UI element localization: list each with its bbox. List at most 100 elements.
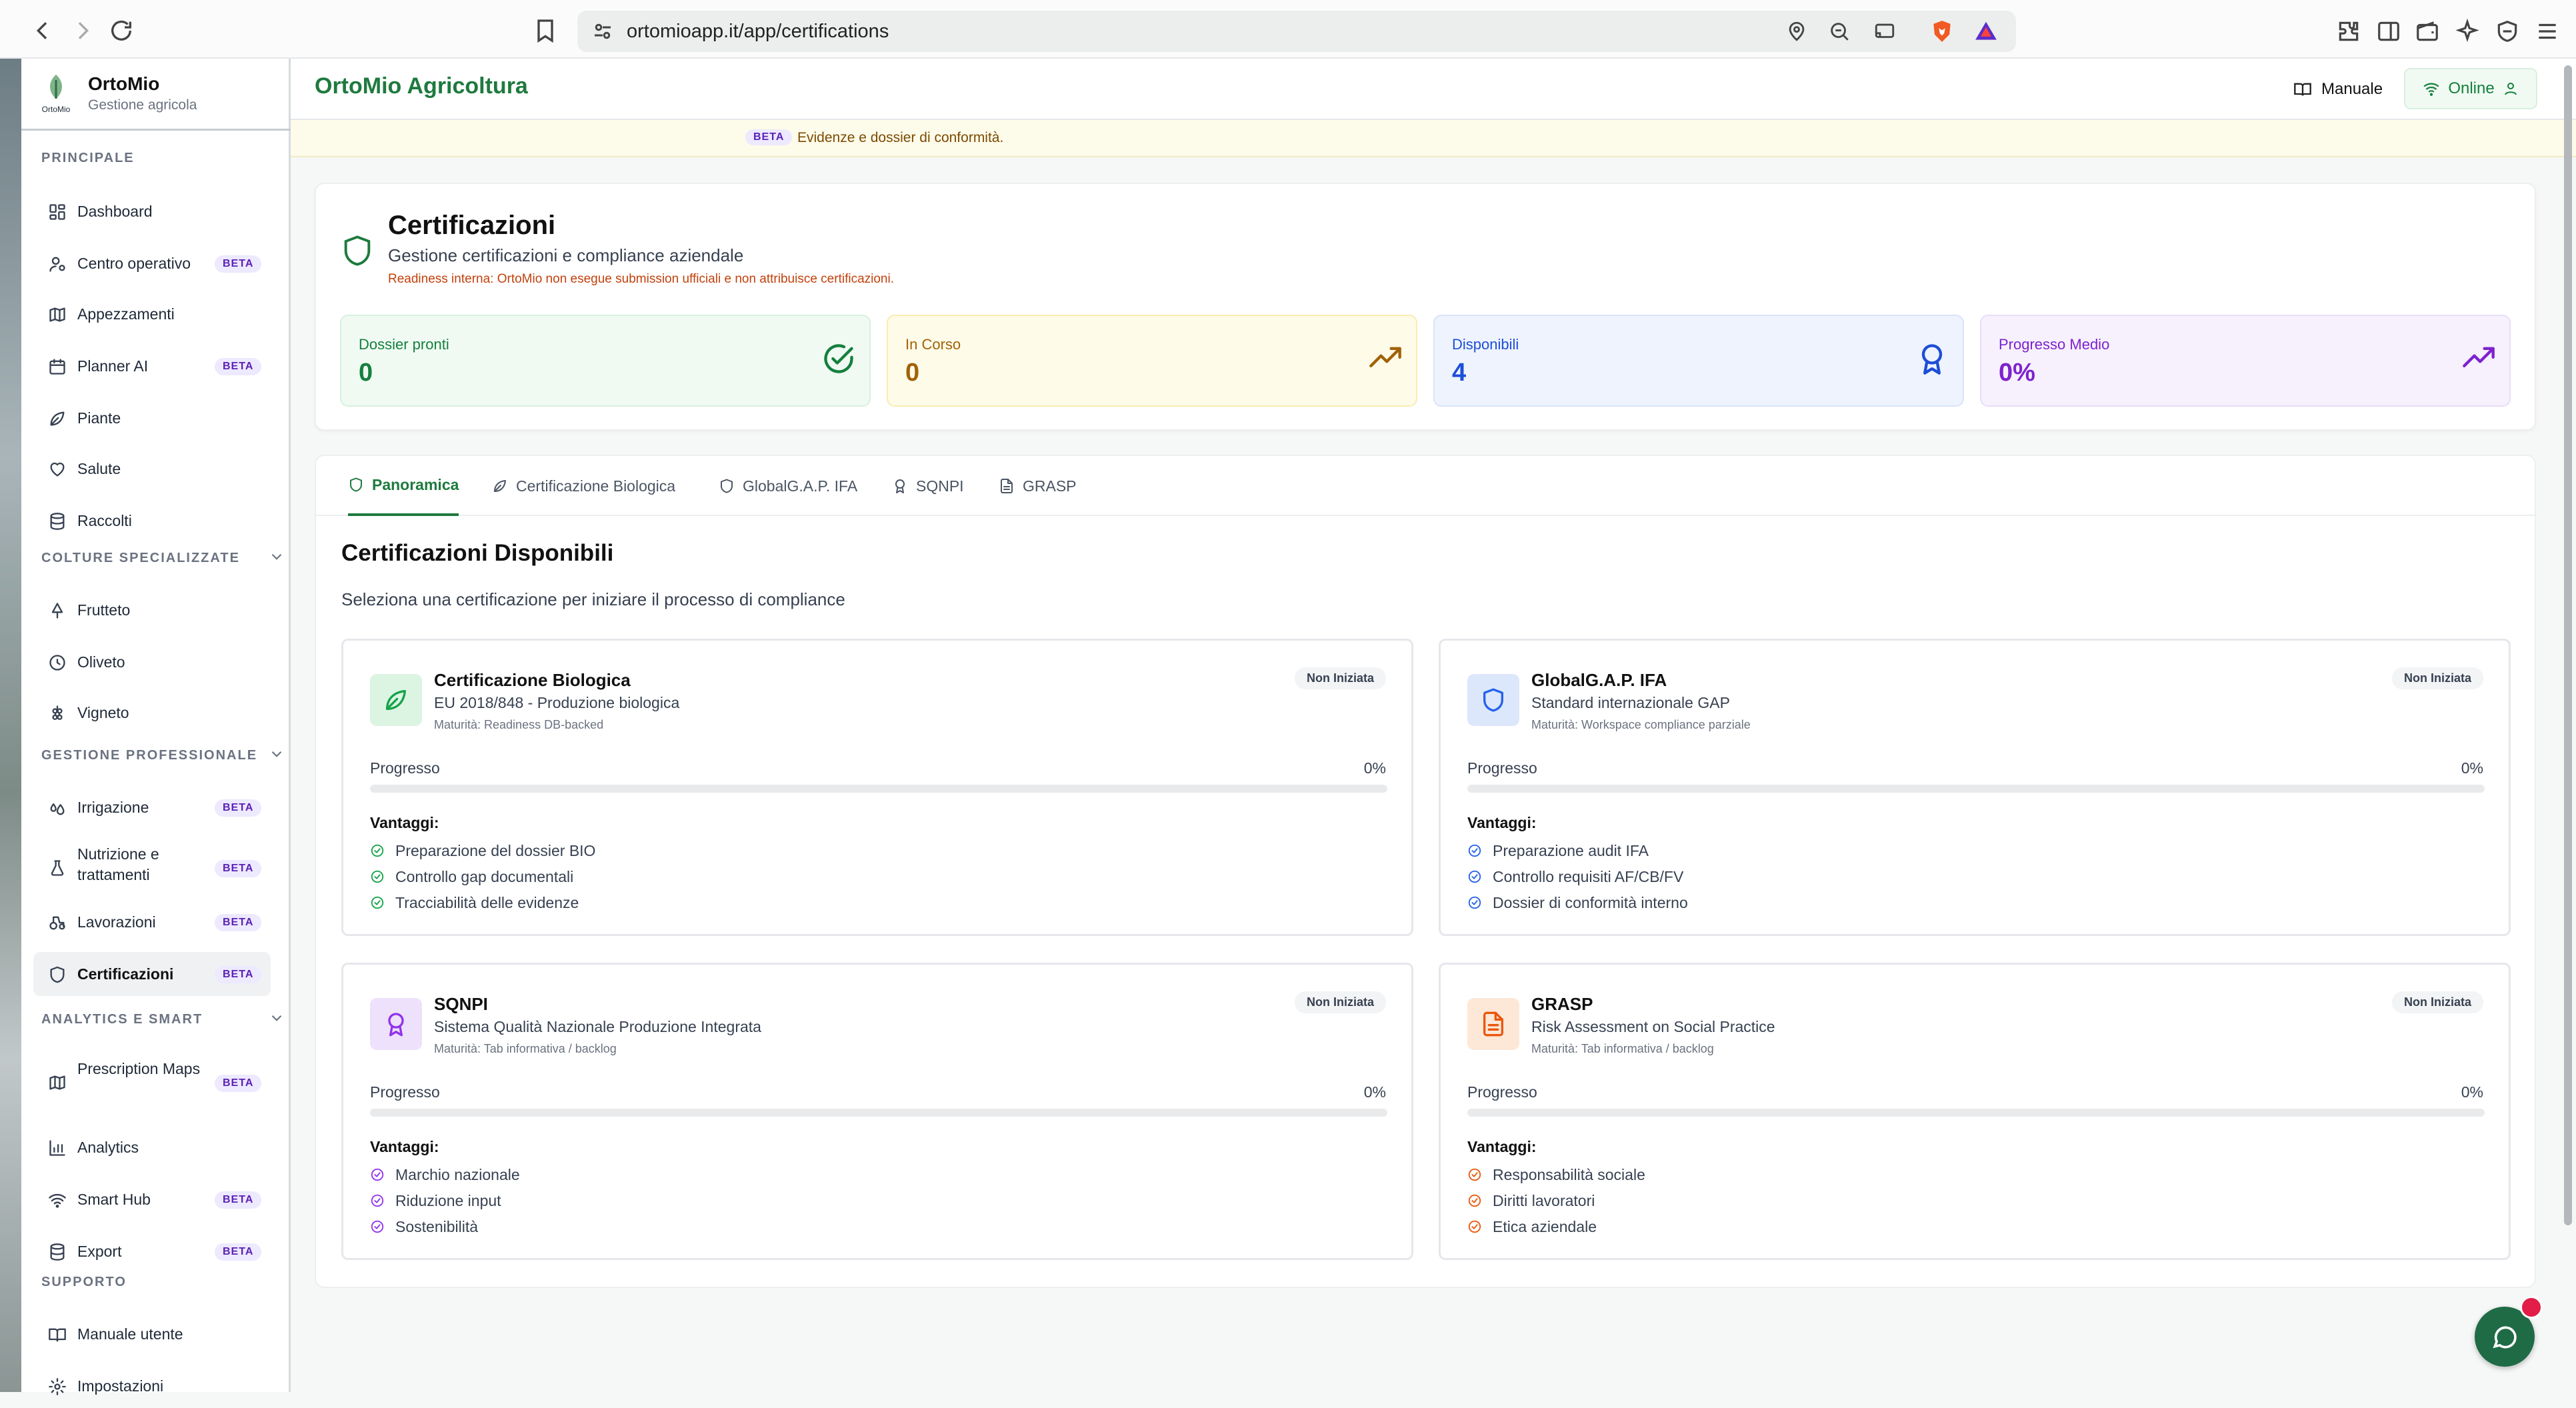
wallet-icon[interactable]: [2415, 19, 2440, 44]
svg-text:OrtoMio: OrtoMio: [42, 105, 71, 114]
sidebar-item[interactable]: Salute: [33, 447, 271, 491]
book-icon: [48, 1325, 67, 1344]
progress-value: 0%: [2461, 759, 2483, 777]
sidebar-section-title[interactable]: GESTIONE PROFESSIONALE: [41, 748, 282, 763]
trending-up-icon: [1368, 341, 1403, 376]
sidebar-toggle-icon[interactable]: [2376, 19, 2401, 44]
droplets-icon: [48, 799, 67, 817]
benefit-text: Diritti lavoratori: [1493, 1191, 1595, 1209]
sidebar-item-label: Appezzamenti: [77, 305, 175, 323]
check-circle-icon: [1467, 1219, 1482, 1234]
chevron-down-icon[interactable]: [268, 548, 285, 565]
sidebar-item[interactable]: Dashboard: [33, 189, 271, 233]
sidebar-item[interactable]: Smart Hub BETA: [33, 1177, 271, 1221]
tab[interactable]: SQNPI: [892, 456, 964, 516]
sidebar-item[interactable]: Certificazioni BETA: [33, 952, 271, 996]
sidebar-item[interactable]: Frutteto: [33, 588, 271, 632]
menu-icon[interactable]: [2535, 19, 2560, 44]
extensions-icon[interactable]: [2336, 19, 2361, 44]
sidebar-item[interactable]: Export BETA: [33, 1229, 271, 1273]
manual-button[interactable]: Manuale: [2280, 72, 2396, 107]
tab-label: Certificazione Biologica: [516, 477, 676, 495]
certification-card[interactable]: GRASP Risk Assessment on Social Practice M…: [1439, 963, 2511, 1260]
leaf-icon: [492, 478, 508, 494]
sidebar-item[interactable]: Irrigazione BETA: [33, 785, 271, 829]
sidebar-item[interactable]: Raccolti: [33, 499, 271, 543]
sidebar-section-title[interactable]: ANALYTICS E SMART: [41, 1012, 282, 1027]
sidebar-item-label: Oliveto: [77, 653, 125, 671]
stat-card: Disponibili 4: [1433, 315, 1964, 407]
back-icon[interactable]: [29, 17, 56, 44]
sidebar-item[interactable]: Centro operativo BETA: [33, 241, 271, 285]
sidebar-item-label: Smart Hub: [77, 1191, 151, 1208]
stat-value: 0: [359, 359, 373, 387]
page-scrollbar[interactable]: [2564, 65, 2572, 1225]
file-icon: [999, 478, 1015, 494]
stat-value: 4: [1452, 359, 1467, 387]
leo-ai-icon[interactable]: [2455, 19, 2480, 44]
certification-title: GRASP: [1531, 994, 1593, 1014]
stat-value: 0%: [1999, 359, 2035, 387]
vpn-icon[interactable]: [2495, 19, 2520, 44]
brave-rewards-icon[interactable]: [1973, 19, 1999, 44]
award-icon: [1915, 341, 1949, 376]
sidebar-item[interactable]: Prescription Maps BETA: [33, 1055, 271, 1111]
leaf-icon: [370, 674, 422, 726]
sidebar-item[interactable]: Oliveto: [33, 640, 271, 684]
tab[interactable]: GRASP: [999, 456, 1077, 516]
sidebar-item[interactable]: Piante: [33, 396, 271, 440]
certification-maturity: Maturità: Workspace compliance parziale: [1531, 718, 1751, 731]
benefit-item: Controllo gap documentali: [370, 867, 573, 887]
database-icon: [48, 1243, 67, 1261]
benefit-item: Preparazione audit IFA: [1467, 841, 1649, 861]
sidebar-item[interactable]: Manuale utente: [33, 1312, 271, 1356]
check-circle-icon: [1467, 869, 1482, 884]
sidebar-item-label: Impostazioni: [77, 1377, 164, 1395]
sidebar-item-label: Export: [77, 1243, 122, 1260]
sidebar-item[interactable]: Analytics: [33, 1125, 271, 1169]
progress-label: Progresso: [1467, 1083, 1537, 1101]
benefit-text: Tracciabilità delle evidenze: [395, 893, 579, 911]
brave-shield-icon[interactable]: [1929, 19, 1955, 44]
tab[interactable]: GlobalG.A.P. IFA: [719, 456, 857, 516]
certification-card[interactable]: Certificazione Biologica EU 2018/848 - Pr…: [341, 639, 1413, 936]
stat-card: In Corso 0: [887, 315, 1417, 407]
online-status-button[interactable]: Online: [2404, 68, 2537, 109]
chevron-down-icon[interactable]: [268, 1009, 285, 1027]
tab[interactable]: Certificazione Biologica: [492, 456, 675, 516]
certification-card[interactable]: GlobalG.A.P. IFA Standard internazionale …: [1439, 639, 2511, 936]
reload-icon[interactable]: [108, 17, 135, 44]
sidebar-item-label: Piante: [77, 409, 121, 427]
bookmark-icon[interactable]: [532, 17, 559, 44]
sidebar-item[interactable]: Nutrizione e trattamenti BETA: [33, 840, 271, 896]
chevron-down-icon[interactable]: [268, 745, 285, 763]
tab-label: SQNPI: [916, 477, 964, 495]
cast-icon[interactable]: [1873, 20, 1896, 43]
forward-icon[interactable]: [69, 17, 96, 44]
beta-badge: BETA: [745, 129, 793, 145]
sidebar-item-label: Frutteto: [77, 601, 131, 619]
sidebar-item[interactable]: Appezzamenti: [33, 292, 271, 336]
location-icon[interactable]: [1785, 20, 1808, 43]
sidebar-section-title[interactable]: COLTURE SPECIALIZZATE: [41, 551, 282, 566]
sidebar-item[interactable]: Vigneto: [33, 691, 271, 735]
site-settings-icon[interactable]: [591, 19, 615, 43]
progress-label: Progresso: [370, 759, 440, 777]
brand-header[interactable]: OrtoMio OrtoMio Gestione agricola: [21, 59, 291, 131]
status-badge: Non Iniziata: [1294, 667, 1386, 689]
address-bar[interactable]: ortomioapp.it/app/certifications: [577, 11, 2016, 52]
tab[interactable]: Panoramica: [348, 456, 459, 516]
sidebar-item[interactable]: Impostazioni: [33, 1364, 271, 1408]
sidebar-item[interactable]: Planner AI BETA: [33, 344, 271, 388]
zoom-icon[interactable]: [1828, 20, 1851, 43]
browser-toolbar: ortomioapp.it/app/certifications: [0, 0, 2576, 59]
benefit-item: Riduzione input: [370, 1191, 501, 1211]
database-icon: [48, 512, 67, 531]
certification-card[interactable]: SQNPI Sistema Qualità Nazionale Produzion…: [341, 963, 1413, 1260]
online-label: Online: [2448, 79, 2495, 97]
shield-icon: [1467, 674, 1519, 726]
sidebar-item[interactable]: Lavorazioni BETA: [33, 900, 271, 944]
check-circle-icon: [1467, 1167, 1482, 1182]
sidebar: OrtoMio OrtoMio Gestione agricola PRINCI…: [21, 59, 291, 1395]
award-icon: [892, 478, 908, 494]
